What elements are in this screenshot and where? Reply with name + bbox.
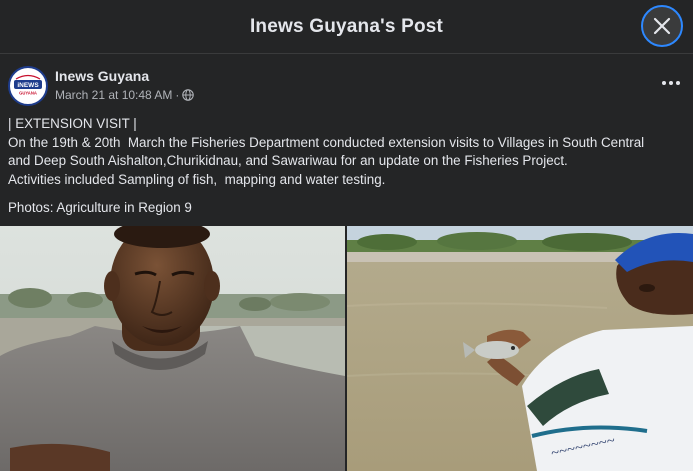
inews-logo: iNEWS GUYANA	[11, 69, 45, 103]
page-name-link[interactable]: Inews Guyana	[55, 68, 149, 84]
photo-right-image: ~~~~~~~~	[347, 226, 693, 471]
photo-man-portrait[interactable]	[0, 226, 345, 471]
photo-left-image	[0, 226, 345, 471]
post-body: | EXTENSION VISIT | On the 19th & 20th M…	[8, 115, 688, 218]
avatar[interactable]: iNEWS GUYANA	[8, 66, 48, 106]
post-line: and Deep South Aishalton,Churikidnau, an…	[8, 153, 568, 169]
globe-icon[interactable]	[182, 89, 195, 101]
post-viewer-header: Inews Guyana's Post	[0, 0, 693, 54]
post-line: On the 19th & 20th March the Fisheries D…	[8, 134, 645, 150]
post-line-heading: | EXTENSION VISIT |	[8, 116, 137, 131]
post-meta: March 21 at 10:48 AM ·	[55, 88, 195, 102]
avatar-logo-text: iNEWS	[17, 82, 39, 89]
photo-man-holding-fish[interactable]: ~~~~~~~~	[347, 226, 693, 471]
more-options-button[interactable]	[657, 72, 685, 94]
post-line: Activities included Sampling of fish, ma…	[8, 171, 386, 187]
meta-separator: ·	[175, 88, 180, 102]
dialog-title: Inews Guyana's Post	[249, 15, 444, 37]
close-icon	[653, 17, 671, 35]
post-author-row: iNEWS GUYANA Inews Guyana March 21 at 10…	[8, 66, 685, 110]
post-timestamp[interactable]: March 21 at 10:48 AM	[55, 88, 172, 102]
photo-credit: Photos: Agriculture in Region 9	[8, 200, 192, 216]
more-dots-icon	[662, 81, 680, 85]
avatar-logo-subtext: GUYANA	[19, 91, 37, 96]
close-button[interactable]	[641, 5, 683, 47]
photo-grid: ~~~~~~~~	[0, 226, 693, 471]
